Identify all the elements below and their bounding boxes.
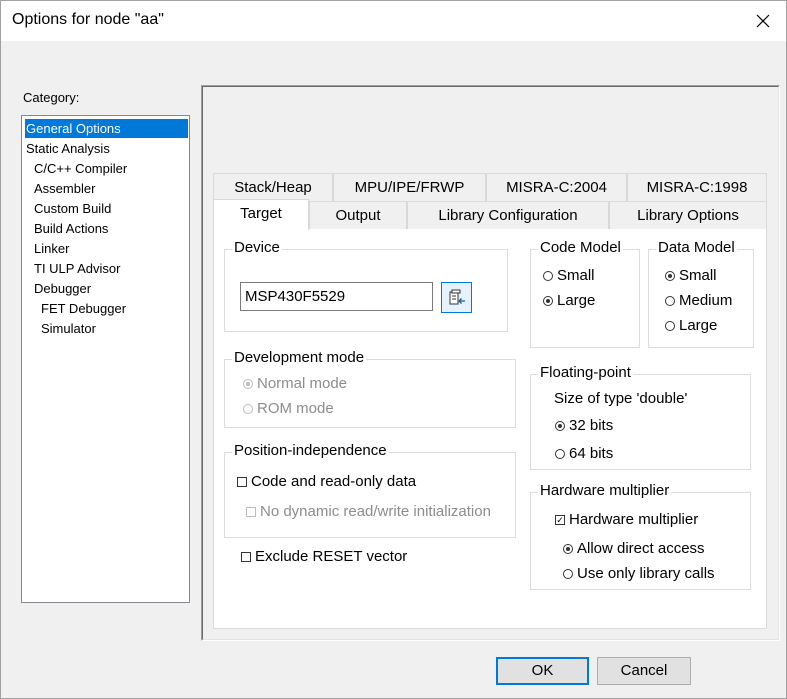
category-item-assembler[interactable]: Assembler [25, 179, 188, 198]
tab-target[interactable]: Target [213, 199, 309, 230]
code-readonly-label: Code and read-only data [251, 473, 417, 490]
hardware-multiplier-title: Hardware multiplier [538, 482, 672, 499]
code-model-title: Code Model [538, 239, 623, 256]
floating-point-title: Floating-point [538, 364, 633, 381]
hardware-multiplier-label: Hardware multiplier [569, 511, 699, 528]
data-model-small-radio[interactable] [665, 271, 675, 281]
double-32-bits-label: 32 bits [569, 417, 614, 434]
window-title: Options for node "aa" [12, 11, 164, 28]
title-bar: Options for node "aa" [1, 1, 786, 41]
data-model-large-label: Large [679, 317, 718, 334]
tab-library-options[interactable]: Library Options [609, 201, 767, 230]
double-64-bits-label: 64 bits [569, 445, 614, 462]
tab-output[interactable]: Output [309, 201, 407, 230]
category-item-static-analysis[interactable]: Static Analysis [25, 139, 188, 158]
category-list[interactable]: General Options Static Analysis C/C++ Co… [21, 115, 190, 603]
normal-mode-label: Normal mode [257, 375, 348, 392]
double-64-bits-radio[interactable] [555, 449, 565, 459]
device-picker-icon [449, 289, 465, 304]
library-calls-radio[interactable] [563, 569, 573, 579]
close-icon [756, 14, 770, 28]
category-item-fet-debugger[interactable]: FET Debugger [25, 299, 188, 318]
device-field[interactable]: MSP430F5529 [240, 282, 433, 311]
category-item-general-options[interactable]: General Options [25, 119, 188, 138]
double-size-label: Size of type 'double' [554, 390, 688, 407]
data-model-small-label: Small [679, 267, 717, 284]
tab-misra-c-1998[interactable]: MISRA-C:1998 [627, 173, 767, 201]
code-model-large-radio[interactable] [543, 296, 553, 306]
code-readonly-checkbox[interactable] [237, 477, 247, 487]
cancel-button[interactable]: Cancel [597, 657, 691, 685]
code-model-small-label: Small [557, 267, 595, 284]
category-item-ti-ulp-advisor[interactable]: TI ULP Advisor [25, 259, 188, 278]
category-item-debugger[interactable]: Debugger [25, 279, 188, 298]
category-label: Category: [23, 90, 80, 105]
tab-misra-c-2004[interactable]: MISRA-C:2004 [486, 173, 627, 201]
ok-button[interactable]: OK [496, 657, 589, 685]
hardware-multiplier-checkbox[interactable]: ✓ [555, 515, 565, 525]
tab-mpu-ipe-frwp[interactable]: MPU/IPE/FRWP [333, 173, 486, 201]
category-item-c-compiler[interactable]: C/C++ Compiler [25, 159, 188, 178]
code-model-large-label: Large [557, 292, 596, 309]
position-independence-group: Position-independence [224, 442, 516, 538]
data-model-medium-radio[interactable] [665, 296, 675, 306]
library-calls-label: Use only library calls [577, 565, 715, 582]
no-dynamic-init-checkbox[interactable] [246, 507, 256, 517]
device-group-title: Device [232, 239, 282, 256]
normal-mode-radio[interactable] [243, 379, 253, 389]
category-item-custom-build[interactable]: Custom Build [25, 199, 188, 218]
category-item-linker[interactable]: Linker [25, 239, 188, 258]
development-mode-group: Development mode [224, 349, 516, 428]
close-button[interactable] [740, 1, 786, 41]
development-mode-title: Development mode [232, 349, 367, 366]
category-item-simulator[interactable]: Simulator [25, 319, 188, 338]
position-independence-title: Position-independence [232, 442, 389, 459]
allow-direct-access-label: Allow direct access [577, 540, 705, 557]
options-dialog: Options for node "aa" Category: General … [0, 0, 787, 699]
exclude-reset-checkbox[interactable] [241, 552, 251, 562]
category-item-build-actions[interactable]: Build Actions [25, 219, 188, 238]
tab-library-configuration[interactable]: Library Configuration [407, 201, 609, 230]
device-picker-button[interactable] [441, 282, 472, 313]
tab-stack-heap[interactable]: Stack/Heap [213, 173, 333, 201]
code-model-small-radio[interactable] [543, 271, 553, 281]
data-model-medium-label: Medium [679, 292, 733, 309]
allow-direct-access-radio[interactable] [563, 544, 573, 554]
data-model-title: Data Model [656, 239, 737, 256]
rom-mode-radio[interactable] [243, 404, 253, 414]
double-32-bits-radio[interactable] [555, 421, 565, 431]
data-model-large-radio[interactable] [665, 321, 675, 331]
no-dynamic-init-label: No dynamic read/write initialization [260, 503, 491, 520]
rom-mode-label: ROM mode [257, 400, 334, 417]
exclude-reset-label: Exclude RESET vector [255, 548, 408, 565]
